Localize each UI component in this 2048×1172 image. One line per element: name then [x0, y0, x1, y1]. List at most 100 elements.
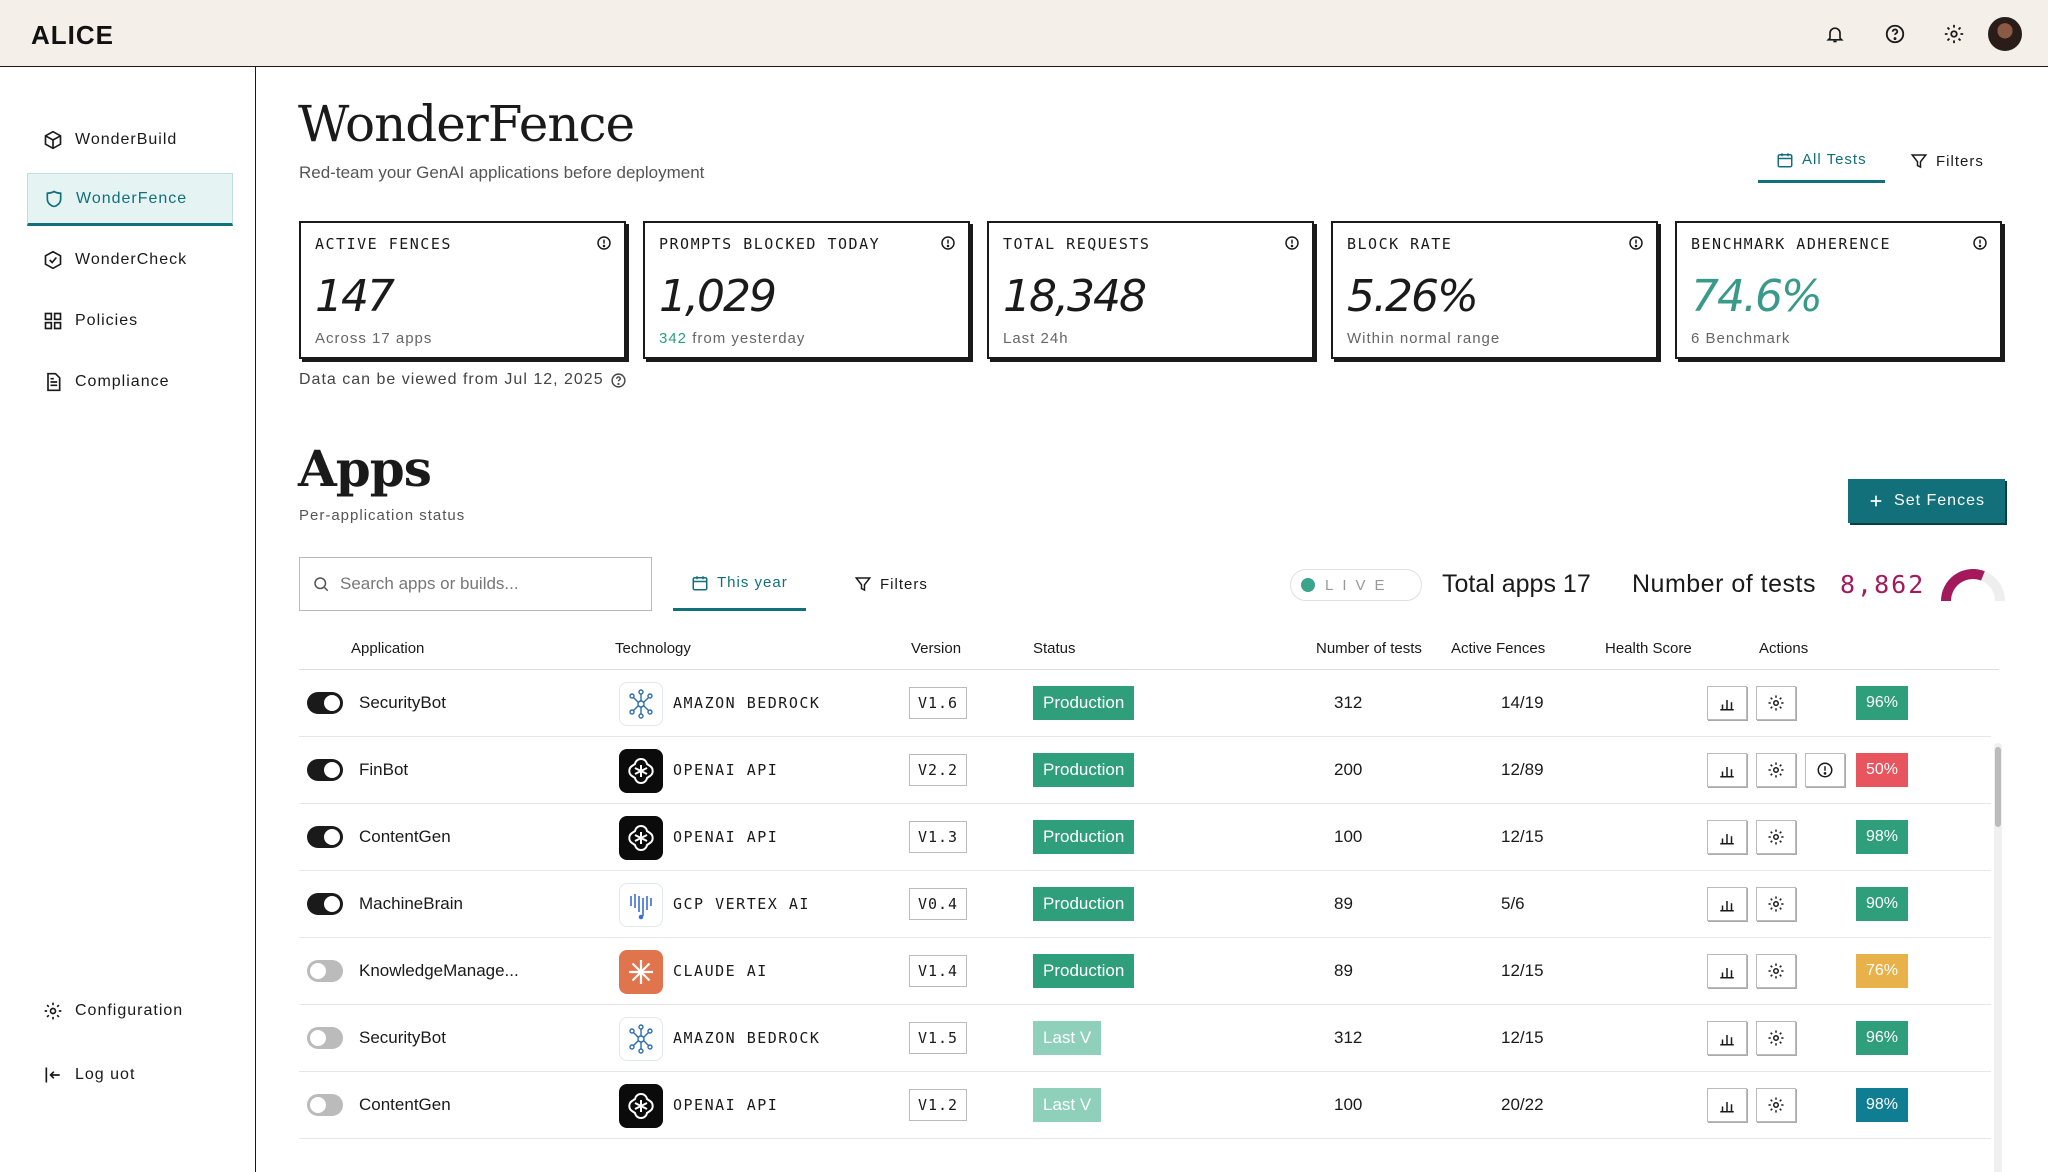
version-badge: V1.6	[909, 687, 967, 719]
search-icon	[314, 577, 329, 592]
sidebar: WonderBuild WonderFence WonderCheck Poli…	[0, 67, 256, 1172]
col-status[interactable]: Status	[1033, 640, 1076, 657]
active-fences: 14/19	[1501, 693, 1544, 712]
enable-toggle[interactable]	[307, 826, 343, 848]
analytics-button[interactable]	[1707, 820, 1747, 854]
app-logo[interactable]: ALICE	[31, 20, 114, 51]
search-box[interactable]	[299, 557, 652, 611]
active-fences: 12/15	[1501, 961, 1544, 980]
table-row[interactable]: ContentGen OPENAI API V1.3 Production 100 12/…	[299, 804, 1991, 871]
sidebar-item-compliance[interactable]: Compliance	[27, 355, 233, 408]
settings-button[interactable]	[1756, 753, 1796, 787]
version-badge: V1.5	[909, 1022, 967, 1054]
sidebar-item-label: Compliance	[75, 372, 170, 390]
enable-toggle[interactable]	[307, 692, 343, 714]
analytics-button[interactable]	[1707, 1088, 1747, 1122]
set-fences-button[interactable]: Set Fences	[1848, 479, 2005, 523]
app-name[interactable]: FinBot	[359, 760, 408, 780]
health-score-badge: 98%	[1856, 1088, 1908, 1122]
analytics-button[interactable]	[1707, 954, 1747, 988]
cube-icon	[44, 130, 62, 149]
search-input[interactable]	[340, 574, 640, 594]
enable-toggle[interactable]	[307, 1094, 343, 1116]
analytics-button[interactable]	[1707, 1021, 1747, 1055]
info-icon[interactable]	[940, 235, 956, 251]
openai-logo-icon	[619, 749, 663, 793]
sidebar-item-policies[interactable]: Policies	[27, 294, 233, 347]
analytics-button[interactable]	[1707, 887, 1747, 921]
bell-icon[interactable]	[1819, 18, 1851, 50]
sidebar-item-label: WonderBuild	[75, 130, 178, 148]
info-icon[interactable]	[1628, 235, 1644, 251]
table-row[interactable]: ContentGen OPENAI API V1.2 Last V 100 20/22 98…	[299, 1072, 1991, 1139]
health-score-badge: 90%	[1856, 887, 1908, 921]
app-name[interactable]: KnowledgeManage...	[359, 961, 519, 981]
help-icon[interactable]	[610, 372, 627, 389]
app-name[interactable]: MachineBrain	[359, 894, 463, 914]
enable-toggle[interactable]	[307, 893, 343, 915]
sidebar-item-label: Log uot	[75, 1065, 136, 1083]
kpi-total-requests: TOTAL REQUESTS 18,348 Last 24h	[987, 221, 1314, 359]
settings-button[interactable]	[1756, 820, 1796, 854]
analytics-button[interactable]	[1707, 753, 1747, 787]
sidebar-item-logout[interactable]: Log uot	[27, 1048, 233, 1101]
live-indicator[interactable]: LIVE	[1290, 569, 1422, 601]
sidebar-item-wonderbuild[interactable]: WonderBuild	[27, 113, 233, 166]
sidebar-item-configuration[interactable]: Configuration	[27, 984, 233, 1037]
bar-chart-icon	[1718, 962, 1736, 980]
tab-all-tests[interactable]: All Tests	[1758, 139, 1885, 183]
col-number-of-tests[interactable]: Number of tests	[1316, 640, 1422, 657]
help-icon[interactable]	[1879, 18, 1911, 50]
app-name[interactable]: SecurityBot	[359, 1028, 446, 1048]
col-version[interactable]: Version	[911, 640, 961, 657]
calendar-icon	[1777, 152, 1793, 167]
app-name[interactable]: ContentGen	[359, 1095, 451, 1115]
gear-icon	[1767, 962, 1785, 980]
technology-name: AMAZON BEDROCK	[673, 1029, 821, 1047]
table-row[interactable]: MachineBrain GCP VERTEX AI V0.4 Production 8…	[299, 871, 1991, 938]
settings-button[interactable]	[1756, 686, 1796, 720]
table-row[interactable]: SecurityBot AMAZON BEDROCK V1.5 Last V 312 12…	[299, 1005, 1991, 1072]
health-score-badge: 98%	[1856, 820, 1908, 854]
col-application[interactable]: Application	[351, 640, 424, 657]
settings-button[interactable]	[1756, 1021, 1796, 1055]
info-icon[interactable]	[1284, 235, 1300, 251]
col-active-fences[interactable]: Active Fences	[1451, 640, 1545, 657]
col-technology[interactable]: Technology	[615, 640, 691, 657]
enable-toggle[interactable]	[307, 960, 343, 982]
info-icon[interactable]	[1972, 235, 1988, 251]
live-label: LIVE	[1325, 576, 1394, 594]
settings-button[interactable]	[1756, 1088, 1796, 1122]
period-this-year[interactable]: This year	[673, 557, 806, 611]
settings-button[interactable]	[1756, 954, 1796, 988]
health-score-badge: 50%	[1856, 753, 1908, 787]
kpi-sub: 342 from yesterday	[659, 330, 806, 347]
table-row[interactable]: SecurityBot AMAZON BEDROCK V1.6 Production 3…	[299, 670, 1991, 737]
gear-icon[interactable]	[1938, 18, 1970, 50]
aws-logo-icon	[619, 1017, 663, 1061]
scrollbar-thumb[interactable]	[1995, 747, 2001, 827]
tab-filters[interactable]: Filters	[1910, 139, 1984, 183]
info-icon[interactable]	[596, 235, 612, 251]
analytics-button[interactable]	[1707, 686, 1747, 720]
number-of-tests: 312	[1334, 1028, 1363, 1047]
enable-toggle[interactable]	[307, 759, 343, 781]
col-health-score[interactable]: Health Score	[1605, 640, 1692, 657]
avatar[interactable]	[1988, 17, 2022, 51]
data-availability-note: Data can be viewed from Jul 12, 2025	[299, 371, 627, 389]
app-name[interactable]: ContentGen	[359, 827, 451, 847]
gear-icon	[1767, 761, 1785, 779]
document-icon	[47, 372, 61, 391]
table-row[interactable]: KnowledgeManage... CLAUDE AI V1.4 Productio…	[299, 938, 1991, 1005]
table-row[interactable]: FinBot OPENAI API V2.2 Production 200 12/89 50…	[299, 737, 1991, 804]
settings-button[interactable]	[1756, 887, 1796, 921]
enable-toggle[interactable]	[307, 1027, 343, 1049]
alert-button[interactable]	[1805, 753, 1845, 787]
sidebar-item-wonderfence[interactable]: WonderFence	[27, 173, 233, 226]
app-name[interactable]: SecurityBot	[359, 693, 446, 713]
kpi-value: 18,348	[1003, 271, 1147, 322]
apps-filters[interactable]: Filters	[854, 557, 928, 611]
main-content: WonderFence Red-team your GenAI applicat…	[256, 67, 2048, 1172]
sidebar-item-wondercheck[interactable]: WonderCheck	[27, 233, 233, 286]
num-tests-value: 8,862	[1840, 570, 1926, 599]
